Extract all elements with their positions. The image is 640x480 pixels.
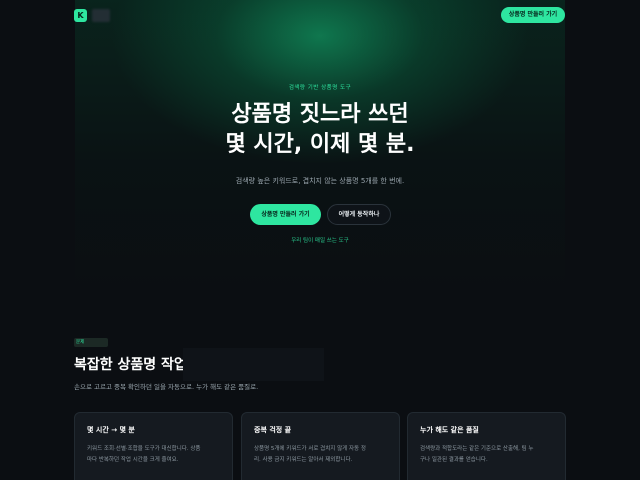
card-text: 키워드 조회·선별·조합을 도구가 대신합니다. 상품 마다 반복하던 작업 시… bbox=[87, 444, 220, 466]
card-title: 몇 시간 → 몇 분 bbox=[87, 426, 135, 434]
hero-secondary-button[interactable]: 어떻게 동작하나 bbox=[327, 204, 391, 225]
redaction-block bbox=[183, 348, 324, 381]
card-title: 누가 해도 같은 품질 bbox=[420, 426, 479, 434]
logo-name-redacted bbox=[92, 9, 110, 22]
card-title: 중복 걱정 끝 bbox=[254, 426, 292, 434]
card-text-line: 검색량과 적합도라는 같은 기준으로 산출해, 팀 누 bbox=[420, 446, 534, 452]
hero-tagline: 우리 팀이 매일 쓰는 도구 bbox=[291, 238, 349, 244]
card-text: 검색량과 적합도라는 같은 기준으로 산출해, 팀 누 구나 일관된 결과를 얻… bbox=[420, 444, 553, 466]
feature-card-time: 몇 시간 → 몇 분 키워드 조회·선별·조합을 도구가 대신합니다. 상품 마… bbox=[74, 412, 233, 480]
hero-title-line1: 상품명 짓느라 쓰던 bbox=[231, 102, 409, 127]
card-text-line: 마다 반복하던 작업 시간을 크게 줄여요. bbox=[87, 457, 179, 463]
section-description: 손으로 고르고 중복 확인하던 일을 자동으로. 누가 해도 같은 품질로. bbox=[74, 383, 259, 391]
card-text-line: 상품명 5개에 키워드가 서로 겹치지 않게 자동 정 bbox=[254, 446, 366, 452]
card-text-line: 리. 사용 금지 키워드는 알아서 제외합니다. bbox=[254, 457, 353, 463]
section-title: 복잡한 상품명 작업 bbox=[74, 357, 187, 373]
landing-page: K 상품명 만들러 가기 검색량 기반 상품명 도구 상품명 짓느라 쓰던 몇 … bbox=[0, 0, 640, 480]
hero-eyebrow: 검색량 기반 상품명 도구 bbox=[288, 85, 352, 91]
hero-title: 상품명 짓느라 쓰던 몇 시간, 이제 몇 분. bbox=[0, 100, 640, 160]
section-badge: 문제 bbox=[74, 338, 108, 347]
hero-title-line2: 몇 시간, 이제 몇 분. bbox=[225, 132, 415, 157]
feature-card-duplicate: 중복 걱정 끝 상품명 5개에 키워드가 서로 겹치지 않게 자동 정 리. 사… bbox=[241, 412, 400, 480]
hero-primary-button[interactable]: 상품명 만들러 가기 bbox=[250, 204, 321, 225]
feature-card-quality: 누가 해도 같은 품질 검색량과 적합도라는 같은 기준으로 산출해, 팀 누 … bbox=[407, 412, 566, 480]
hero-subtitle: 검색량 높은 키워드로, 겹치지 않는 상품명 5개를 한 번에. bbox=[235, 177, 405, 185]
top-nav: K 상품명 만들러 가기 bbox=[0, 0, 640, 32]
logo-icon[interactable]: K bbox=[74, 9, 87, 22]
card-text-line: 구나 일관된 결과를 얻습니다. bbox=[420, 457, 488, 463]
card-text: 상품명 5개에 키워드가 서로 겹치지 않게 자동 정 리. 사용 금지 키워드… bbox=[254, 444, 387, 466]
card-text-line: 키워드 조회·선별·조합을 도구가 대신합니다. 상품 bbox=[87, 446, 201, 452]
nav-cta-button[interactable]: 상품명 만들러 가기 bbox=[501, 7, 565, 23]
